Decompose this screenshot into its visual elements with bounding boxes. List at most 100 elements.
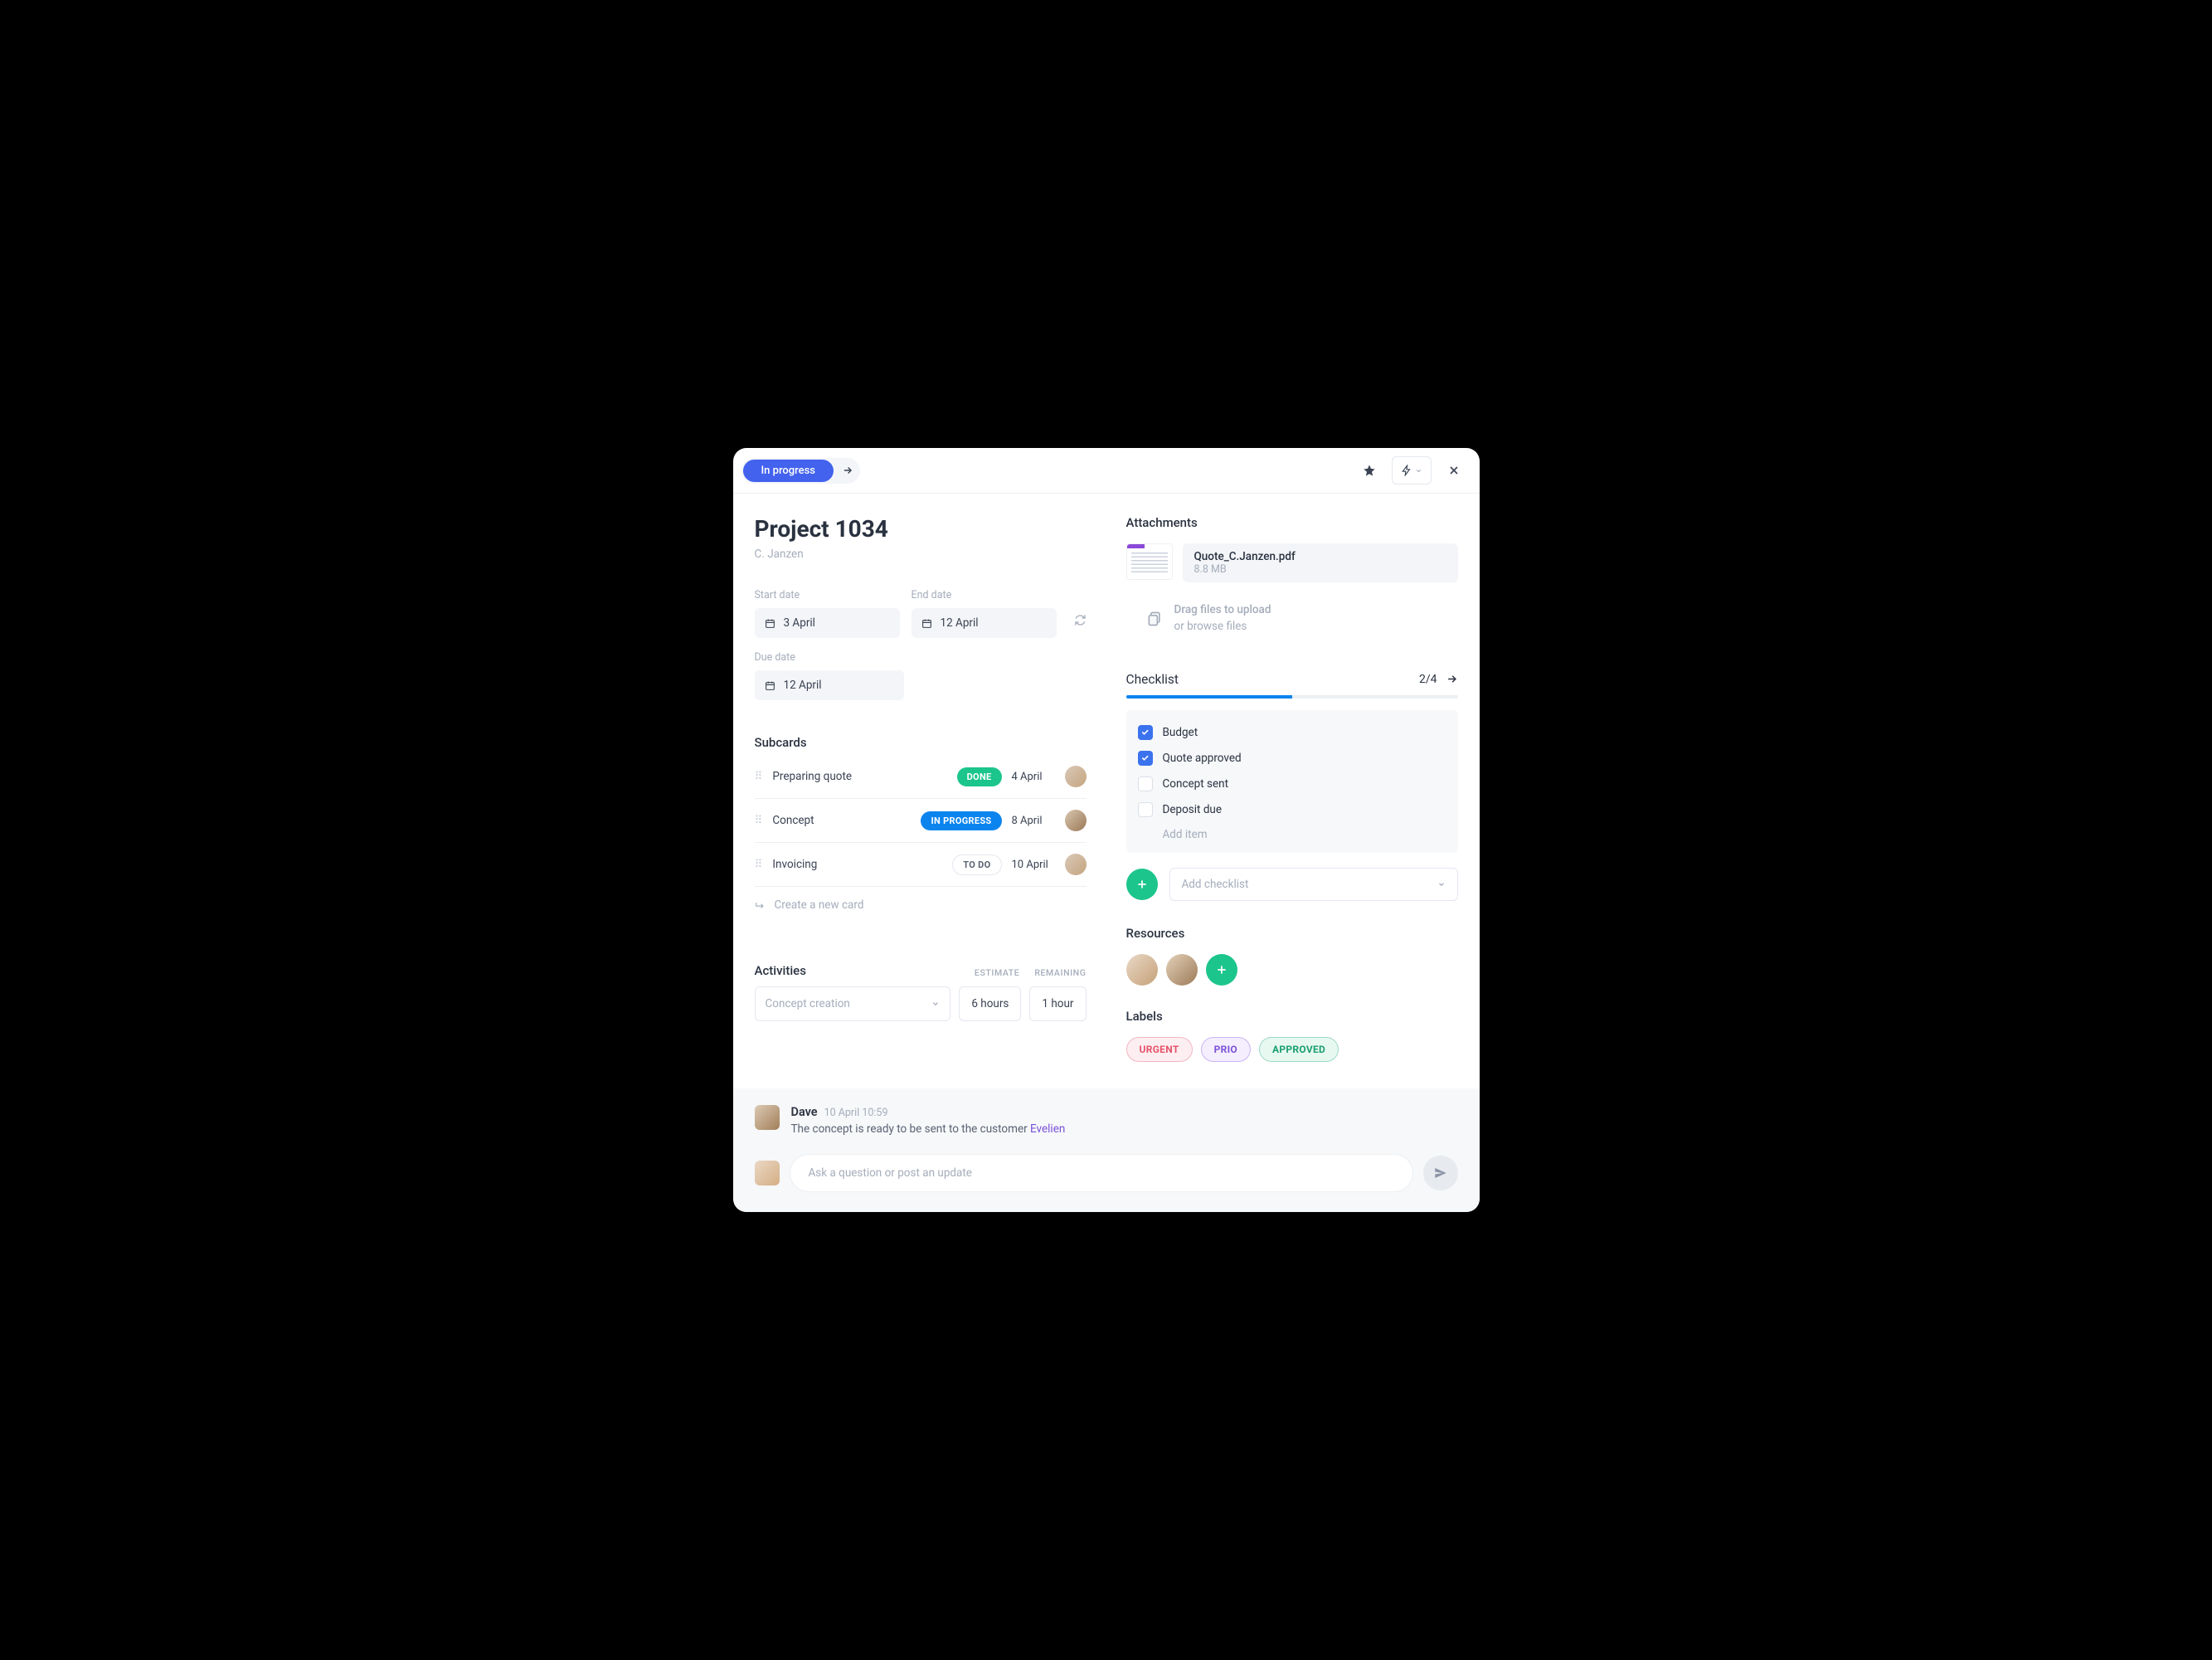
- attachments-section: Attachments Quote_C.Janzen.pdf 8.8 MB Dr…: [1126, 515, 1458, 635]
- add-checklist-select[interactable]: Add checklist: [1169, 868, 1458, 901]
- resource-avatar[interactable]: [1126, 954, 1158, 986]
- comment-timestamp: 10 April 10:59: [824, 1107, 888, 1119]
- upload-line2: or browse files: [1174, 619, 1271, 635]
- project-owner: C. Janzen: [755, 548, 1087, 561]
- drag-handle-icon[interactable]: ⠿: [755, 858, 763, 871]
- comment-avatar[interactable]: [755, 1105, 780, 1130]
- attachments-title: Attachments: [1126, 515, 1458, 530]
- calendar-icon: [921, 618, 932, 629]
- subcards-section: Subcards ⠿ Preparing quote DONE 4 April …: [755, 735, 1087, 912]
- chevron-down-icon: [931, 1000, 940, 1008]
- calendar-icon: [765, 680, 775, 691]
- close-icon: [1447, 464, 1461, 477]
- close-button[interactable]: [1440, 456, 1468, 484]
- comment-text: The concept is ready to be sent to the c…: [791, 1122, 1066, 1136]
- due-date-field: Due date 12 April: [755, 651, 904, 700]
- end-date-label: End date: [912, 589, 1057, 601]
- activities-title: Activities: [755, 963, 806, 978]
- remaining-column-label: REMAINING: [1034, 967, 1086, 978]
- subcard-name: Preparing quote: [772, 770, 946, 783]
- file-size: 8.8 MB: [1194, 563, 1446, 576]
- subcards-title: Subcards: [755, 735, 1087, 750]
- label-approved[interactable]: APPROVED: [1259, 1037, 1339, 1062]
- send-button[interactable]: [1423, 1156, 1458, 1190]
- remaining-value[interactable]: 1 hour: [1029, 986, 1086, 1021]
- add-checklist-item[interactable]: Add item: [1138, 828, 1446, 841]
- assignee-avatar[interactable]: [1065, 766, 1087, 787]
- progress-fill: [1126, 695, 1292, 699]
- resource-avatar[interactable]: [1166, 954, 1198, 986]
- activity-row: Concept creation 6 hours 1 hour: [755, 986, 1087, 1021]
- assignee-avatar[interactable]: [1065, 854, 1087, 875]
- calendar-icon: [765, 618, 775, 629]
- status-advance-button[interactable]: [837, 460, 858, 481]
- favorite-button[interactable]: [1355, 456, 1383, 484]
- checklist-item: Concept sent: [1138, 776, 1446, 791]
- add-resource-button[interactable]: [1206, 954, 1237, 986]
- estimate-value[interactable]: 6 hours: [959, 986, 1021, 1021]
- checklist-item-label: Concept sent: [1163, 777, 1229, 791]
- checklist-item-label: Budget: [1163, 726, 1198, 739]
- activity-select[interactable]: Concept creation: [755, 986, 951, 1021]
- current-user-avatar: [755, 1161, 780, 1185]
- checklist-body: Budget Quote approved Concept sent Depos…: [1126, 710, 1458, 853]
- comments-section: Dave 10 April 10:59 The concept is ready…: [733, 1088, 1480, 1212]
- comment-mention[interactable]: Evelien: [1030, 1122, 1065, 1136]
- add-checklist-row: Add checklist: [1126, 868, 1458, 901]
- create-arrow-icon: [755, 899, 766, 911]
- status-switcher[interactable]: In progress: [741, 458, 860, 484]
- checklist-item: Budget: [1138, 725, 1446, 740]
- card-header: In progress: [733, 448, 1480, 494]
- subcard-row[interactable]: ⠿ Concept IN PROGRESS 8 April: [755, 799, 1087, 843]
- file-info: Quote_C.Janzen.pdf 8.8 MB: [1183, 543, 1458, 582]
- refresh-icon: [1074, 614, 1087, 626]
- attachment-item[interactable]: Quote_C.Janzen.pdf 8.8 MB: [1126, 543, 1458, 582]
- checkbox[interactable]: [1138, 751, 1153, 766]
- checklist-count: 2/4: [1419, 673, 1437, 686]
- checkbox[interactable]: [1138, 802, 1153, 817]
- compose-row: Ask a question or post an update: [755, 1154, 1458, 1192]
- subcard-row[interactable]: ⠿ Invoicing TO DO 10 April: [755, 843, 1087, 887]
- drag-handle-icon[interactable]: ⠿: [755, 814, 763, 827]
- due-date-input[interactable]: 12 April: [755, 670, 904, 700]
- checklist-section: Checklist 2/4 Budget Quot: [1126, 672, 1458, 901]
- create-subcard-label: Create a new card: [775, 898, 864, 912]
- project-card: In progress Project 1034 C. Janzen: [733, 448, 1480, 1211]
- due-date-value: 12 April: [784, 679, 822, 692]
- activity-select-value: Concept creation: [766, 997, 850, 1010]
- drag-handle-icon[interactable]: ⠿: [755, 770, 763, 783]
- create-subcard-button[interactable]: Create a new card: [755, 887, 1087, 912]
- start-date-field: Start date 3 April: [755, 589, 900, 638]
- label-prio[interactable]: PRIO: [1201, 1037, 1251, 1062]
- plus-icon: [1135, 878, 1149, 891]
- end-date-field: End date 12 April: [912, 589, 1057, 638]
- compose-input[interactable]: Ask a question or post an update: [790, 1154, 1413, 1192]
- label-urgent[interactable]: URGENT: [1126, 1037, 1193, 1062]
- recurring-button[interactable]: [1074, 614, 1087, 626]
- upload-dropzone[interactable]: Drag files to upload or browse files: [1126, 591, 1458, 635]
- status-pill: In progress: [743, 460, 834, 482]
- start-date-input[interactable]: 3 April: [755, 608, 900, 638]
- checklist-expand-button[interactable]: [1446, 673, 1458, 685]
- checklist-item: Deposit due: [1138, 802, 1446, 817]
- checkbox[interactable]: [1138, 776, 1153, 791]
- add-checklist-button[interactable]: [1126, 869, 1158, 900]
- checkbox[interactable]: [1138, 725, 1153, 740]
- labels-section: Labels URGENT PRIO APPROVED: [1126, 1009, 1458, 1062]
- card-body: Project 1034 C. Janzen Start date 3 Apri…: [733, 494, 1480, 1088]
- chevron-down-icon: [1415, 467, 1422, 475]
- due-date-row: Due date 12 April: [755, 651, 1087, 700]
- status-badge: DONE: [957, 767, 1002, 786]
- upload-text: Drag files to upload or browse files: [1174, 602, 1271, 635]
- end-date-input[interactable]: 12 April: [912, 608, 1057, 638]
- assignee-avatar[interactable]: [1065, 810, 1087, 831]
- file-thumbnail: [1126, 543, 1173, 580]
- subcard-date: 8 April: [1012, 815, 1055, 827]
- add-checklist-placeholder: Add checklist: [1182, 878, 1249, 891]
- subcard-row[interactable]: ⠿ Preparing quote DONE 4 April: [755, 755, 1087, 799]
- plus-icon: [1215, 963, 1228, 976]
- status-badge: TO DO: [952, 854, 1001, 875]
- project-title: Project 1034: [755, 515, 1087, 543]
- automation-dropdown[interactable]: [1392, 456, 1432, 484]
- checklist-title: Checklist: [1126, 672, 1179, 687]
